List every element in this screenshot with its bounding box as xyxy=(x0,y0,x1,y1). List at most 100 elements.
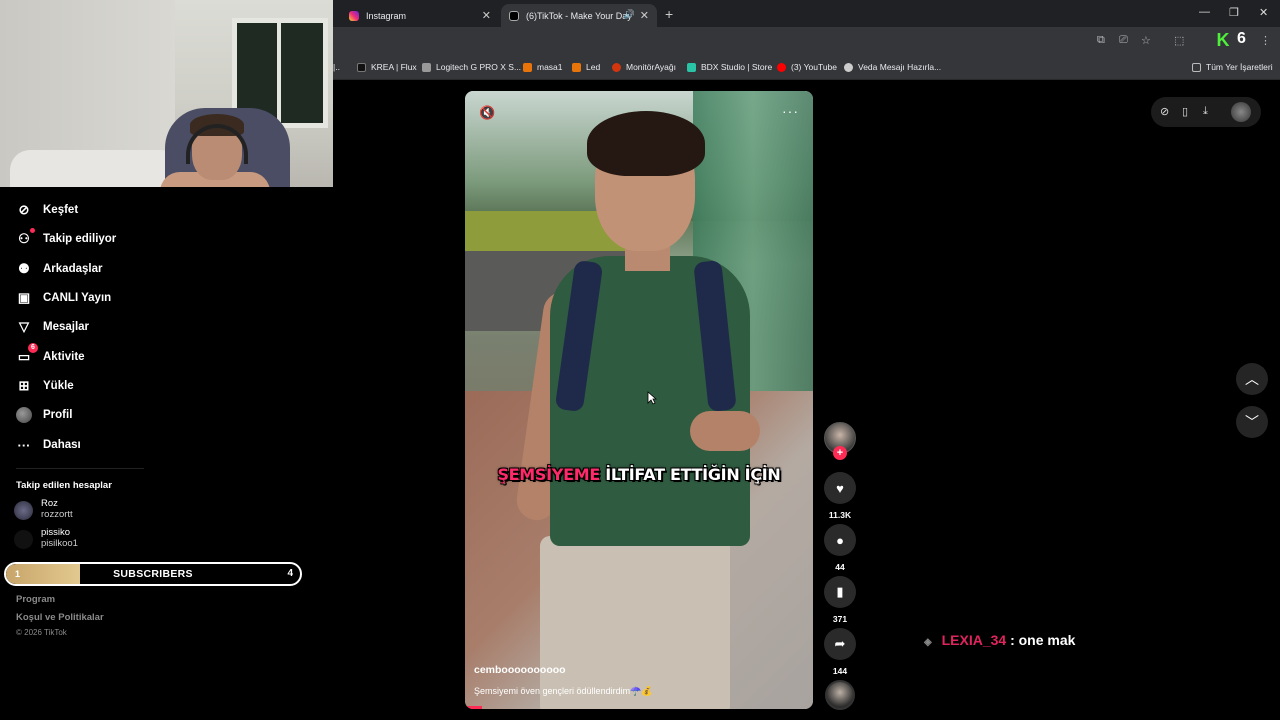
avatar-icon xyxy=(16,407,32,423)
bookmark-item[interactable]: MonitörAyağı xyxy=(612,62,676,72)
subscribers-goal-bar: 1 SUBSCRIBERS 4 xyxy=(4,562,302,586)
webcam-overlay xyxy=(0,0,333,187)
restore-icon[interactable]: ❐ xyxy=(1229,6,1239,19)
nav-friends[interactable]: ⚉ Arkadaşlar xyxy=(16,258,102,280)
video-description: Şemsiyemi öven gençleri ödüllendirdim☂️💰 xyxy=(474,686,653,696)
friends-icon: ⚉ xyxy=(18,261,30,276)
tab-instagram[interactable]: Instagram ✕ xyxy=(341,4,499,27)
tab-title: (6)TikTok - Make Your Day xyxy=(526,10,632,21)
comment-count: 44 xyxy=(835,562,845,572)
coins-icon[interactable]: ⊘ xyxy=(1160,105,1169,118)
close-window-icon[interactable]: ✕ xyxy=(1259,6,1268,19)
device-icon[interactable]: ▯ xyxy=(1182,105,1188,118)
tab-title: Instagram xyxy=(366,10,407,21)
close-icon[interactable]: ✕ xyxy=(640,9,649,22)
divider xyxy=(16,468,144,469)
bookmark-item[interactable]: Led xyxy=(572,62,600,72)
bookmark-item[interactable]: BDX Studio | Store xyxy=(687,62,772,72)
nav-messages[interactable]: ▽ Mesajlar xyxy=(16,316,89,338)
extensions-icon[interactable]: ⬚ xyxy=(1174,34,1184,47)
share-count: 144 xyxy=(832,666,848,676)
video-caption: ŞEMSİYEME İLTİFAT ETTİĞİN İÇİN xyxy=(497,465,781,484)
tab-tiktok[interactable]: (6)TikTok - Make Your Day 🔊 ✕ xyxy=(501,4,657,27)
bookmark-overflow[interactable]: |.. xyxy=(333,62,340,72)
download-icon[interactable]: ⤓ xyxy=(1203,105,1208,118)
comment-action[interactable]: ● 44 xyxy=(824,524,856,572)
new-tab-icon[interactable]: + xyxy=(665,6,673,22)
goal-label: SUBSCRIBERS xyxy=(113,568,193,580)
browser-toolbar: ⧉ ⎚ ☆ ⬚ K 6 ⋮ xyxy=(333,27,1280,54)
screen: Instagram ✕ (6)TikTok - Make Your Day 🔊 … xyxy=(0,0,1280,720)
share-icon[interactable]: ➦ xyxy=(824,628,856,660)
cast-icon[interactable]: ⎚ xyxy=(1119,34,1128,47)
activity-badge: 6 xyxy=(28,343,38,353)
copyright: © 2026 TikTok xyxy=(16,628,67,637)
bookmark-icon[interactable]: ▮ xyxy=(824,576,856,608)
goal-target: 4 xyxy=(287,568,293,579)
minimize-icon[interactable]: — xyxy=(1199,6,1210,18)
chevron-down-icon: ﹀ xyxy=(1245,414,1259,430)
nav-live[interactable]: ▣ CANLI Yayın xyxy=(16,287,111,309)
nav-activity[interactable]: ▭ 6 Aktivite xyxy=(16,343,85,368)
menu-icon[interactable]: ⋮ xyxy=(1260,34,1271,47)
video-author[interactable]: cemboooooooooo xyxy=(474,664,566,676)
user-follow-icon: ⚇ xyxy=(16,228,35,247)
translate-icon[interactable]: ⧉ xyxy=(1097,34,1105,47)
close-icon[interactable]: ✕ xyxy=(482,9,491,22)
save-count: 371 xyxy=(832,614,848,624)
more-options-icon[interactable]: ··· xyxy=(782,103,799,119)
bookmark-item[interactable]: (3) YouTube xyxy=(777,62,837,72)
bookmarks-all[interactable]: Tüm Yer İşaretleri xyxy=(1192,62,1273,72)
avatar xyxy=(14,530,33,549)
bookmark-item[interactable]: KREA | Flux xyxy=(357,62,417,72)
following-title: Takip edilen hesaplar xyxy=(16,480,112,491)
compass-icon: ⊘ xyxy=(18,202,30,217)
mouse-cursor-icon xyxy=(647,391,657,405)
heart-icon[interactable]: ♥ xyxy=(824,472,856,504)
account-item[interactable]: Roz rozzortt xyxy=(14,498,73,520)
nav-following[interactable]: ⚇ Takip ediliyor xyxy=(16,228,116,250)
follow-plus-icon[interactable]: + xyxy=(833,446,847,460)
bookmarks-bar: |.. KREA | Flux Logitech G PRO X S... ma… xyxy=(333,54,1280,80)
bookmark-item[interactable]: Veda Mesajı Hazırla... xyxy=(844,62,941,72)
mute-icon[interactable]: 🔇 xyxy=(479,105,495,121)
share-action[interactable]: ➦ 144 xyxy=(824,628,856,676)
account-item[interactable]: pissiko pisilkoo1 xyxy=(14,527,78,549)
send-icon: ▽ xyxy=(19,319,29,334)
like-action[interactable]: ♥ 11.3K xyxy=(824,472,856,520)
nav-profile[interactable]: Profil xyxy=(16,404,72,426)
next-video-button[interactable]: ﹀ xyxy=(1236,406,1268,438)
kick-extension-icon[interactable]: K xyxy=(1213,30,1233,50)
footer-program-link[interactable]: Program xyxy=(16,594,55,605)
tiktok-icon xyxy=(509,10,519,21)
comment-icon[interactable]: ● xyxy=(824,524,856,556)
extension-count: 6 xyxy=(1237,30,1246,47)
chat-badge-icon: ◈ xyxy=(924,637,932,648)
chat-text: : one mak xyxy=(1010,632,1076,648)
nav-more[interactable]: ··· Dahası xyxy=(16,434,81,456)
chevron-up-icon: ︿ xyxy=(1245,371,1259,387)
upload-plus-icon: ⊞ xyxy=(18,378,30,393)
live-tv-icon: ▣ xyxy=(17,290,31,305)
star-icon[interactable]: ☆ xyxy=(1141,34,1151,47)
speaker-icon[interactable]: 🔊 xyxy=(624,9,635,20)
nav-explore[interactable]: ⊘ Keşfet xyxy=(16,199,79,221)
bookmark-item[interactable]: masa1 xyxy=(523,62,563,72)
video-player[interactable]: 🔇 ··· ŞEMSİYEME İLTİFAT ETTİĞİN İÇİN cem… xyxy=(465,91,813,709)
chat-username: LEXIA_34 xyxy=(941,632,1007,648)
chat-message: ◈ LEXIA_34 : one mak xyxy=(924,632,1075,648)
browser-tabbar: Instagram ✕ (6)TikTok - Make Your Day 🔊 … xyxy=(333,0,1280,27)
video-progress[interactable] xyxy=(465,706,483,709)
instagram-icon xyxy=(349,10,359,21)
more-dots-icon: ··· xyxy=(17,437,31,453)
save-action[interactable]: ▮ 371 xyxy=(824,576,856,624)
like-count: 11.3K xyxy=(828,510,852,520)
sidebar: ⊘ Keşfet ⚇ Takip ediliyor ⚉ Arkadaşlar ▣… xyxy=(0,187,333,720)
previous-video-button[interactable]: ︿ xyxy=(1236,363,1268,395)
footer-terms-link[interactable]: Koşul ve Politikalar xyxy=(16,612,104,623)
profile-avatar[interactable] xyxy=(1231,102,1251,122)
nav-upload[interactable]: ⊞ Yükle xyxy=(16,375,74,397)
avatar xyxy=(14,501,33,520)
bookmark-item[interactable]: Logitech G PRO X S... xyxy=(422,62,521,72)
music-disc-avatar[interactable] xyxy=(825,680,855,710)
